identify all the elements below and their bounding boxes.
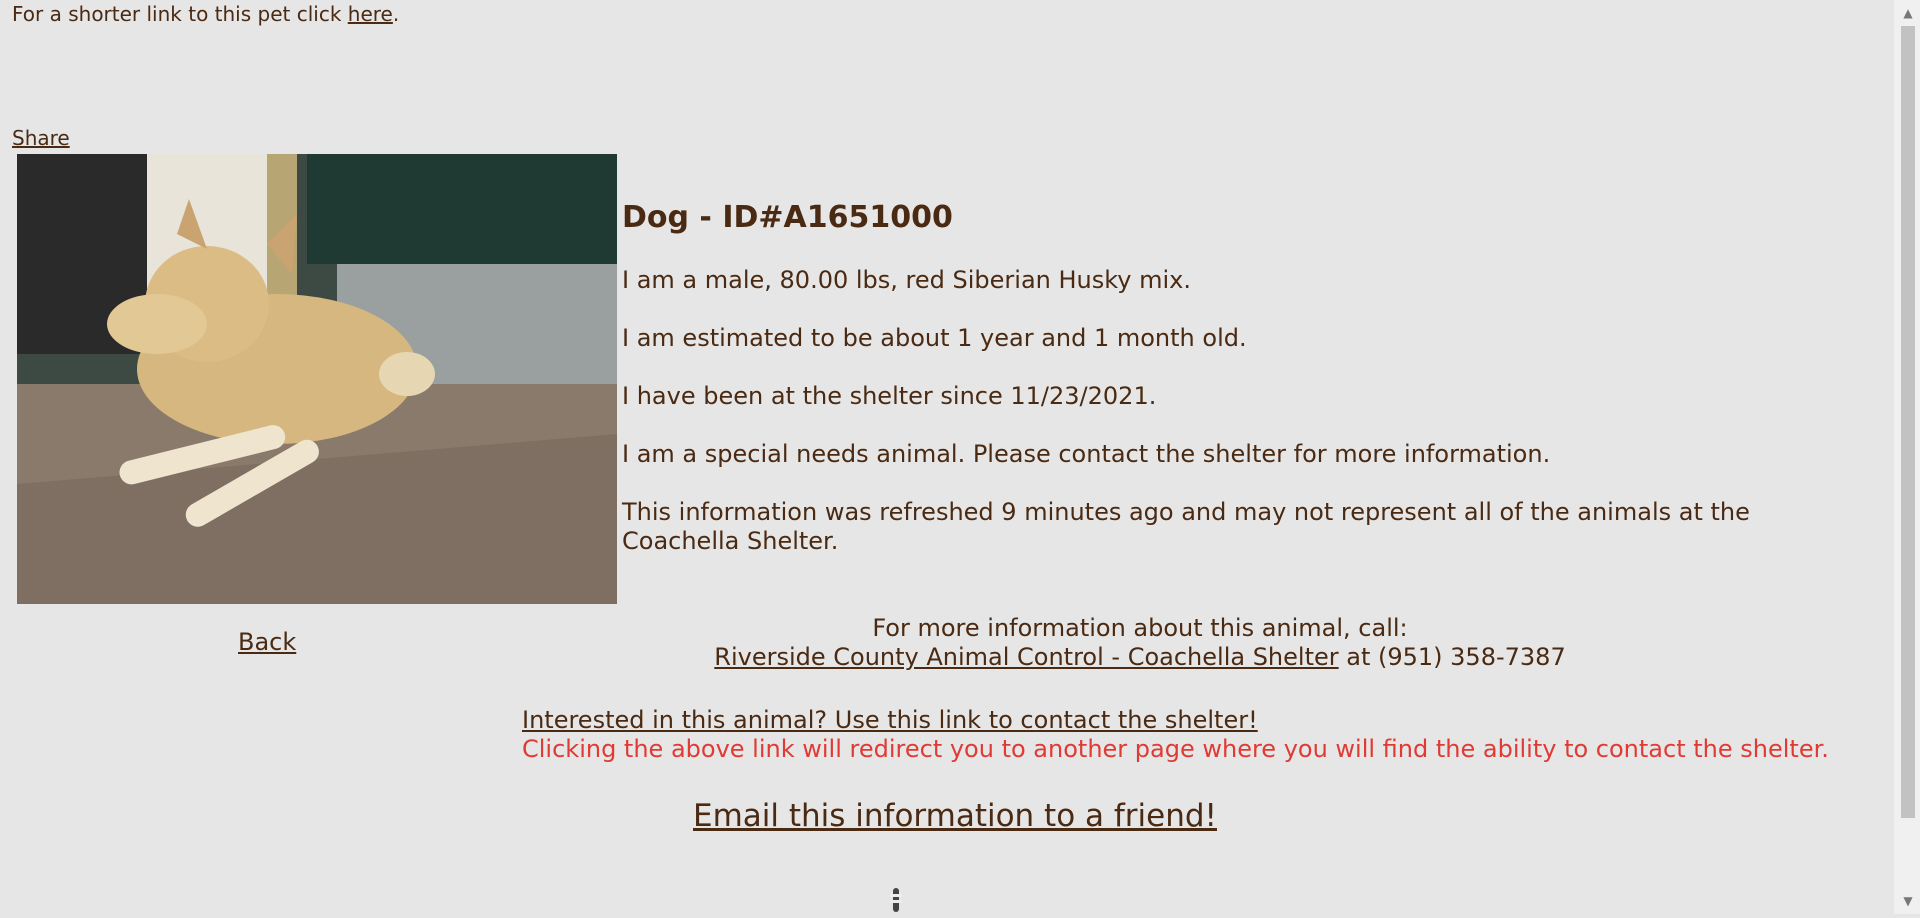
shorter-link-text: For a shorter link to this pet click: [12, 2, 348, 26]
back-link[interactable]: Back: [238, 628, 296, 656]
scroll-up-arrow-icon[interactable]: ▲: [1901, 6, 1915, 20]
redirect-warning: Clicking the above link will redirect yo…: [522, 735, 1829, 763]
email-friend-link[interactable]: Email this information to a friend!: [693, 798, 1217, 834]
pet-age: I am estimated to be about 1 year and 1 …: [622, 324, 1247, 352]
scrollbar-thumb[interactable]: [1901, 26, 1915, 818]
shorter-link-here[interactable]: here: [348, 2, 393, 26]
vertical-scrollbar[interactable]: ▲ ▼: [1894, 0, 1920, 914]
pet-refreshed-note: This information was refreshed 9 minutes…: [622, 498, 1750, 555]
pet-special-needs: I am a special needs animal. Please cont…: [622, 440, 1551, 468]
shelter-link[interactable]: Riverside County Animal Control - Coache…: [714, 643, 1338, 671]
pet-since: I have been at the shelter since 11/23/2…: [622, 382, 1157, 410]
shelter-line: Riverside County Animal Control - Coache…: [600, 643, 1680, 672]
shorter-link-suffix: .: [392, 2, 400, 26]
shorter-link-note: For a shorter link to this pet click her…: [12, 2, 399, 26]
pet-photo: [17, 154, 617, 604]
interested-section: Interested in this animal? Use this link…: [522, 706, 1829, 764]
pet-details: Dog - ID#A1651000 I am a male, 80.00 lbs…: [622, 198, 1872, 585]
pet-heading: Dog - ID#A1651000: [622, 200, 953, 235]
pet-description: I am a male, 80.00 lbs, red Siberian Hus…: [622, 266, 1192, 294]
shelter-phone: at (951) 358-7387: [1338, 643, 1566, 671]
contact-info: For more information about this animal, …: [600, 614, 1680, 672]
loading-spinner-icon: [888, 886, 904, 914]
scroll-down-arrow-icon[interactable]: ▼: [1901, 894, 1915, 908]
call-text: For more information about this animal, …: [872, 614, 1408, 642]
contact-shelter-link[interactable]: Interested in this animal? Use this link…: [522, 706, 1258, 734]
share-link[interactable]: Share: [12, 126, 70, 150]
